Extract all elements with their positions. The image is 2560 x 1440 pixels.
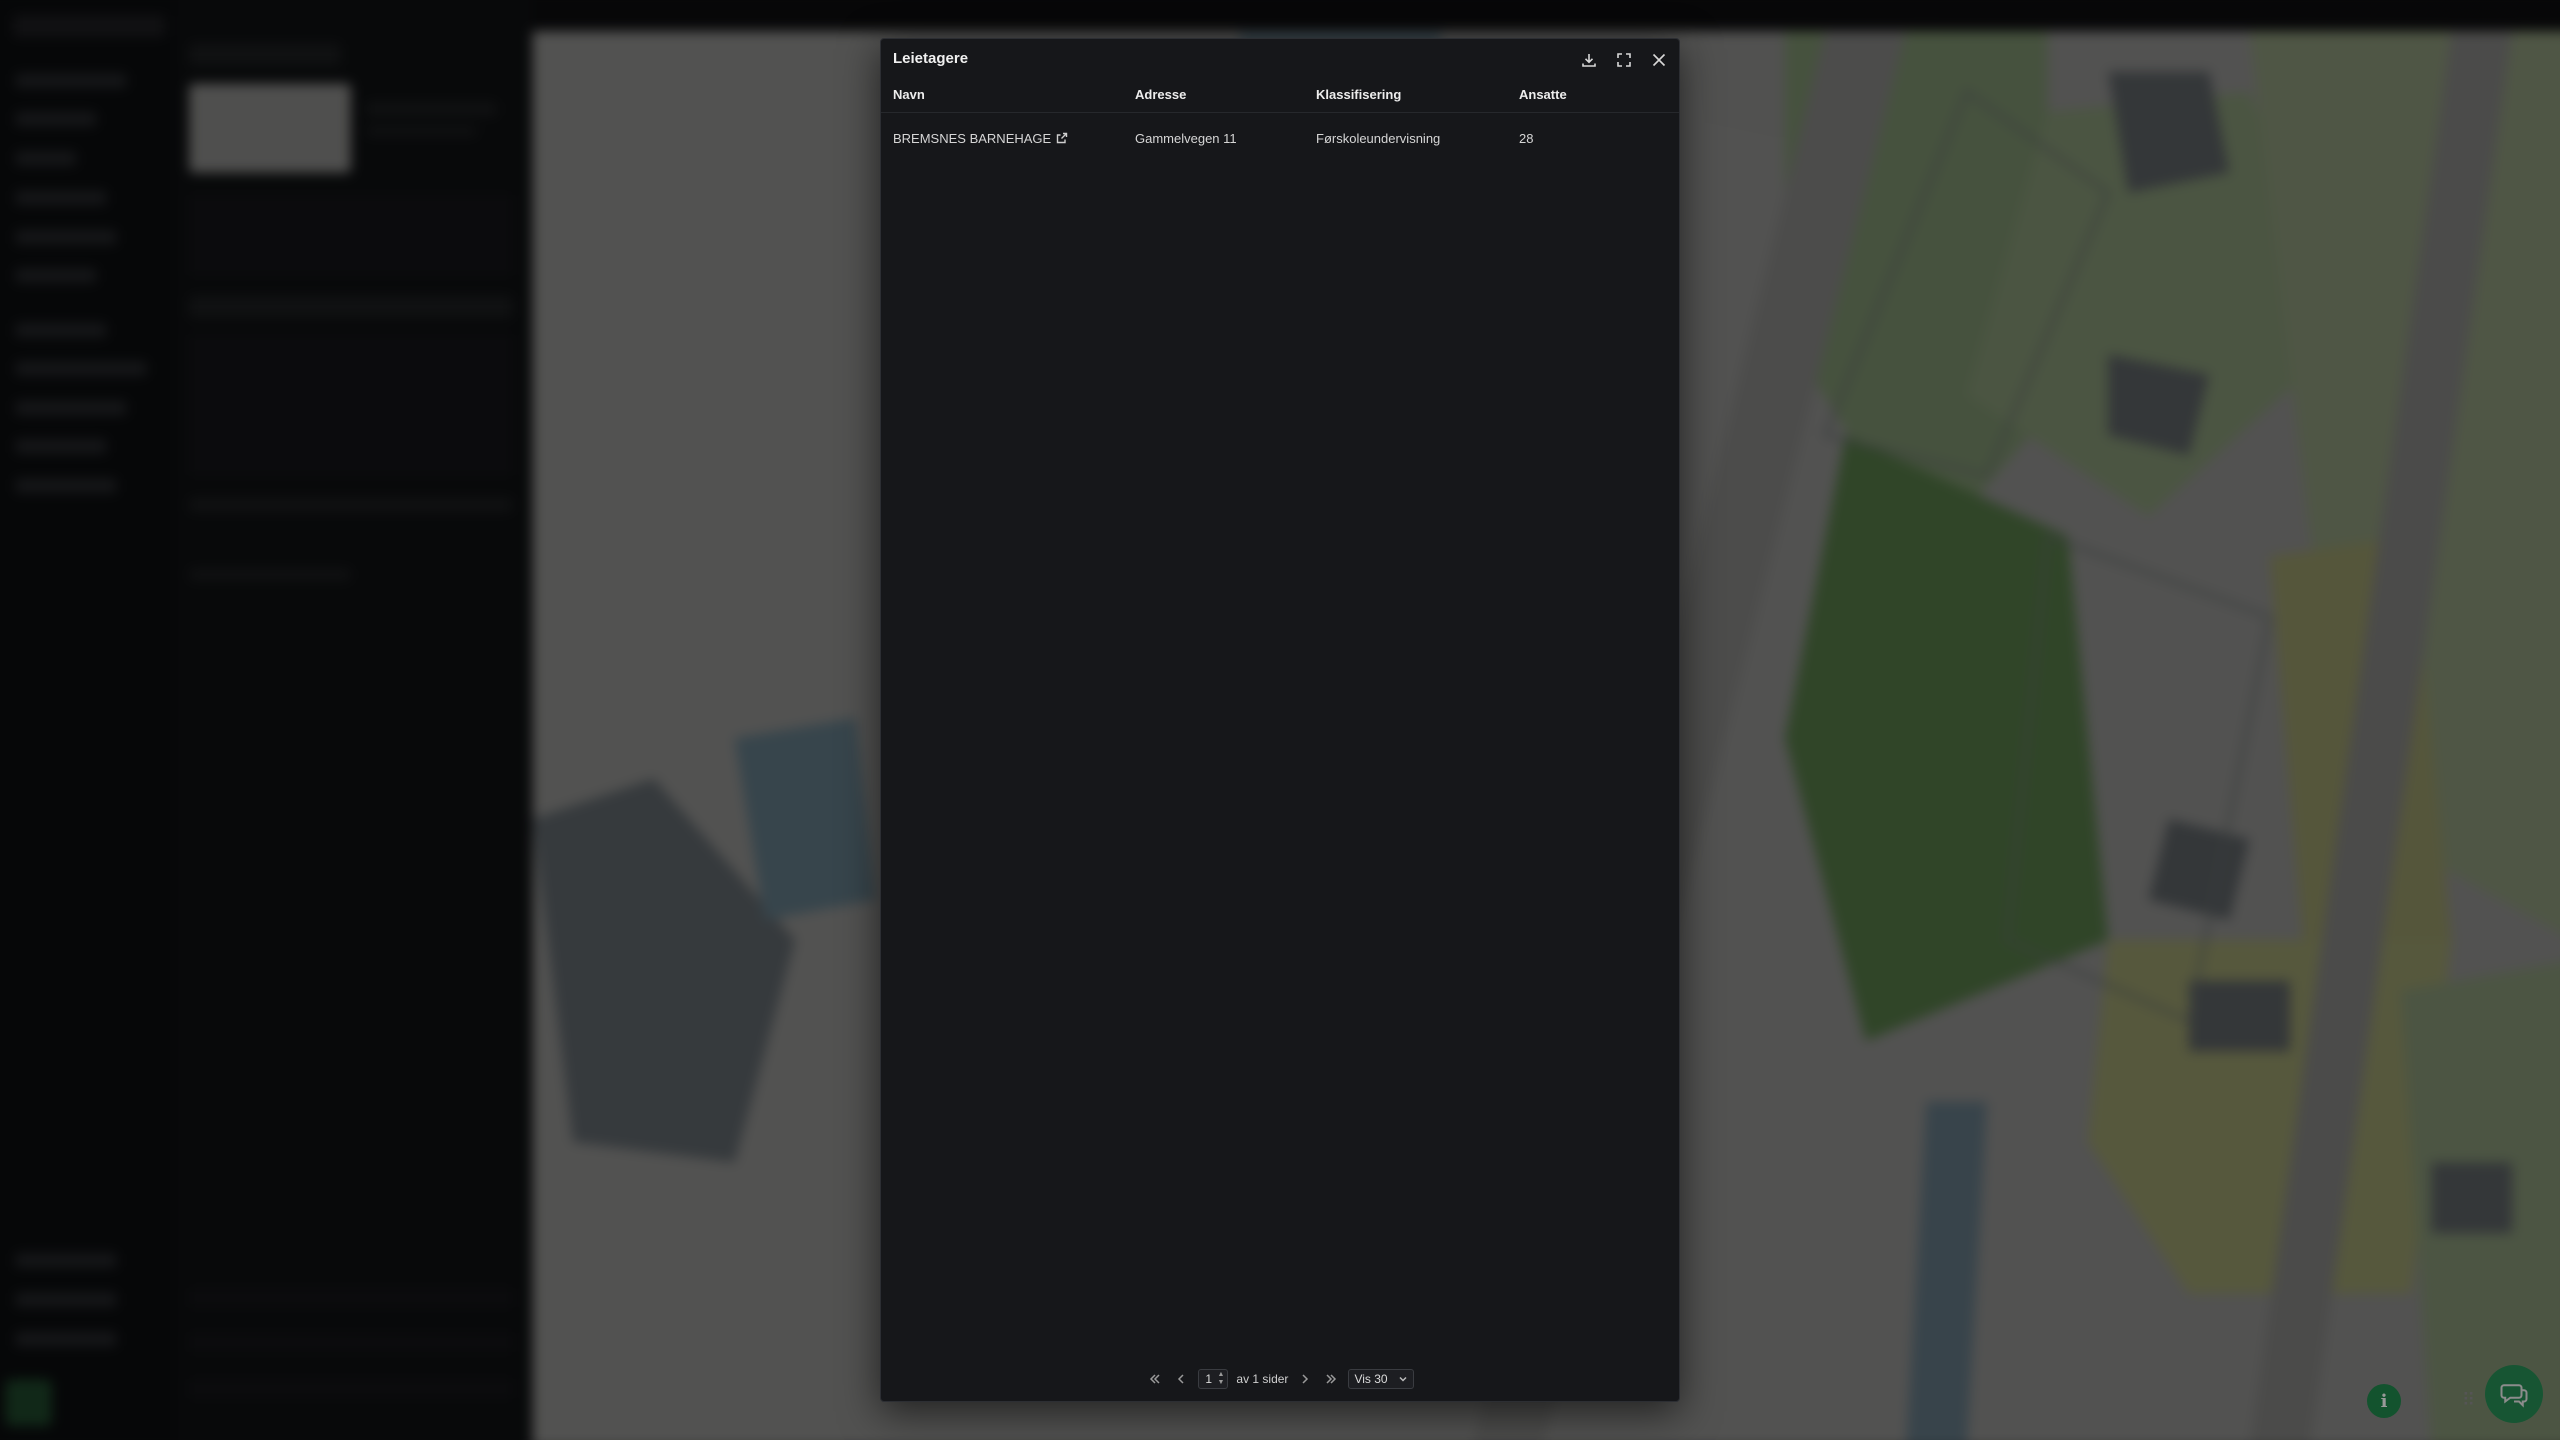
drag-handle-icon[interactable]: ⠿ [2462, 1390, 2475, 1411]
column-header-name[interactable]: Navn [893, 87, 925, 102]
tenant-address: Gammelvegen 11 [1135, 131, 1237, 146]
table-row[interactable]: BREMSNES BARNEHAGE Gammelvegen 11 Førsko… [881, 121, 1679, 155]
modal-title: Leietagere [893, 50, 969, 67]
expand-button[interactable] [1613, 49, 1635, 71]
next-page-button[interactable] [1296, 1370, 1314, 1388]
tenants-modal: Leietagere Navn Adresse Klassifisering A… [880, 38, 1680, 1402]
page-number-value: 1 [1205, 1372, 1213, 1386]
last-page-button[interactable] [1322, 1370, 1340, 1388]
chat-button[interactable] [2485, 1365, 2543, 1423]
info-button[interactable]: i [2367, 1384, 2401, 1418]
close-button[interactable] [1648, 49, 1670, 71]
page-size-value: Vis 30 [1354, 1372, 1388, 1386]
column-header-employees[interactable]: Ansatte [1519, 87, 1567, 102]
download-icon [1582, 54, 1596, 67]
expand-icon [1617, 53, 1631, 67]
modal-header: Leietagere [881, 39, 1679, 79]
page-count-label: av 1 sider [1236, 1372, 1289, 1386]
column-header-classification[interactable]: Klassifisering [1316, 87, 1401, 102]
first-page-button[interactable] [1146, 1370, 1164, 1388]
chevron-right-icon [1302, 1374, 1309, 1384]
close-icon [1652, 53, 1666, 67]
page-size-select[interactable]: Vis 30 [1348, 1369, 1414, 1389]
column-header-address[interactable]: Adresse [1135, 87, 1186, 102]
double-chevron-left-icon [1150, 1374, 1160, 1384]
prev-page-button[interactable] [1172, 1370, 1190, 1388]
download-button[interactable] [1578, 49, 1600, 71]
chat-icon [2500, 1384, 2528, 1408]
double-chevron-right-icon [1326, 1374, 1337, 1384]
tenant-name[interactable]: BREMSNES BARNEHAGE [893, 131, 1051, 146]
page-number-input[interactable]: 1 ▲ ▼ [1198, 1369, 1229, 1389]
external-link-icon[interactable] [1056, 132, 1068, 147]
spinner-icon[interactable]: ▲ ▼ [1217, 1371, 1224, 1387]
pagination: 1 ▲ ▼ av 1 sider Vis 30 [881, 1367, 1679, 1391]
tenant-name-link[interactable]: BREMSNES BARNEHAGE [893, 131, 1068, 147]
tenant-classification: Førskoleundervisning [1316, 131, 1441, 146]
tenant-employees: 28 [1519, 131, 1534, 146]
chevron-left-icon [1178, 1374, 1184, 1384]
chevron-down-icon [1399, 1376, 1407, 1382]
